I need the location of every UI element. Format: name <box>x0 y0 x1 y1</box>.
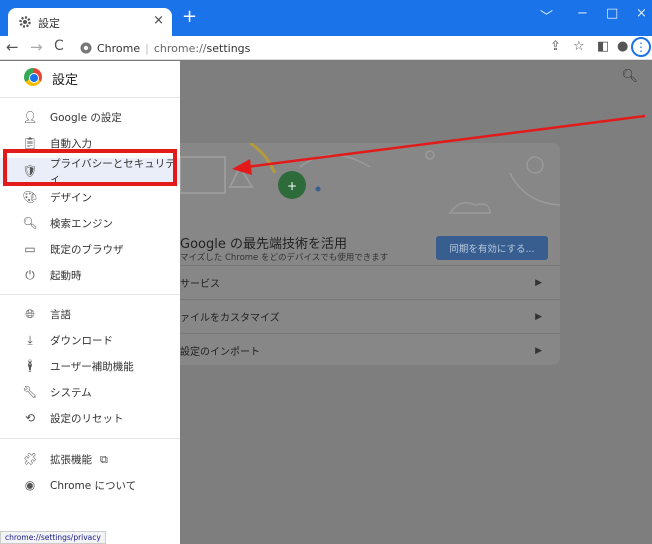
download-icon: ⤓ <box>27 332 33 347</box>
accessibility-icon: 🕴︎ <box>22 359 38 373</box>
clipboard-icon: 📋︎ <box>22 136 38 150</box>
side-panel-icon[interactable]: ◧ <box>597 39 609 54</box>
new-tab-button[interactable]: + <box>182 6 197 27</box>
maximize-button[interactable]: □ <box>606 6 618 21</box>
tab-search-icon[interactable]: ﹀ <box>540 6 553 25</box>
svg-text:+: + <box>287 179 297 193</box>
sidebar-item-extensions[interactable]: 🧩︎ 拡張機能 ⧉ <box>0 446 180 472</box>
share-icon[interactable]: ⇪ <box>550 39 561 54</box>
sidebar-item-reset[interactable]: ⟲ 設定のリセット <box>0 405 180 431</box>
sidebar-item-system[interactable]: 🔧︎ システム <box>0 379 180 405</box>
search-icon[interactable]: 🔍︎ <box>621 69 638 84</box>
minimize-button[interactable]: − <box>577 6 588 21</box>
card-subtitle: マイズした Chrome をどのデバイスでも使用できます <box>180 253 389 263</box>
sidebar-item-search-engine[interactable]: 🔍︎ 検索エンジン <box>0 210 180 236</box>
sidebar-item-appearance[interactable]: 🎨︎ デザイン <box>0 184 180 210</box>
puzzle-icon: 🧩︎ <box>22 452 38 466</box>
omnibox-separator: | <box>145 41 149 55</box>
sidebar-item-about-chrome[interactable]: ◉ Chrome について <box>0 472 180 498</box>
card-title: Google の最先端技術を活用 <box>180 237 347 252</box>
annotation-highlight-box <box>3 149 177 186</box>
title-bar: 設定 × + ﹀ − □ × <box>0 0 652 36</box>
url-path: settings <box>206 41 251 55</box>
sidebar-item-languages[interactable]: 🌐︎ 言語 <box>0 301 180 327</box>
external-link-icon: ⧉ <box>100 452 108 466</box>
sidebar-item-downloads[interactable]: ⤓ ダウンロード <box>0 327 180 353</box>
sidebar-item-on-startup[interactable]: ⏻ 起動時 <box>0 262 180 288</box>
site-label: Chrome <box>97 41 141 55</box>
status-bar-url: chrome://settings/privacy <box>0 531 106 544</box>
globe-icon: 🌐︎ <box>25 306 35 321</box>
url-scheme: chrome:// <box>153 41 207 55</box>
chevron-right-icon: ▶ <box>535 277 542 288</box>
forward-button[interactable]: → <box>30 38 43 56</box>
sidebar-item-default-browser[interactable]: ▭ 既定のブラウザ <box>0 236 180 262</box>
bookmark-star-icon[interactable]: ☆ <box>573 39 585 54</box>
turn-on-sync-button[interactable]: 同期を有効にする... <box>436 236 548 260</box>
promo-illustration: + <box>180 143 560 214</box>
back-button[interactable]: ← <box>6 38 19 56</box>
chevron-right-icon: ▶ <box>535 311 542 322</box>
palette-icon: 🎨︎ <box>22 190 38 204</box>
settings-main-content: 🔍︎ + Google の最先端技術を活用 マイズした Chrome をどのデバ… <box>180 61 652 544</box>
menu-kebab-icon[interactable]: ⋮ <box>631 37 651 57</box>
wrench-icon: 🔧︎ <box>22 385 38 399</box>
profile-icon[interactable]: ● <box>617 39 628 54</box>
search-icon: 🔍︎ <box>22 216 38 230</box>
sidebar-header: 設定 <box>0 61 180 97</box>
chrome-icon: ◉ <box>24 478 36 492</box>
person-icon: 👤︎ <box>22 110 38 124</box>
sidebar-title: 設定 <box>52 73 79 88</box>
divider <box>0 294 180 295</box>
tab-title: 設定 <box>38 17 60 30</box>
sidebar-item-accessibility[interactable]: 🕴︎ ユーザー補助機能 <box>0 353 180 379</box>
sidebar-item-google[interactable]: 👤︎ Google の設定 <box>0 104 180 130</box>
chevron-right-icon: ▶ <box>535 345 542 356</box>
settings-sidebar: 設定 👤︎ Google の設定 📋︎ 自動入力 🛡︎ プライバシーとセキュリテ… <box>0 61 180 544</box>
browser-window-icon: ▭ <box>24 242 36 256</box>
divider <box>0 97 180 98</box>
gear-icon <box>19 16 31 28</box>
address-bar[interactable]: Chrome | chrome://settings <box>80 38 500 58</box>
chrome-logo-icon <box>24 68 42 86</box>
reload-button[interactable]: C <box>54 38 64 54</box>
browser-toolbar: ← → C Chrome | chrome://settings ⇪ ☆ ◧ ●… <box>0 36 652 60</box>
tab-close-button[interactable]: × <box>153 13 164 28</box>
settings-tab[interactable]: 設定 × <box>8 8 172 36</box>
chrome-icon <box>80 42 92 54</box>
power-icon: ⏻ <box>25 267 35 282</box>
card-row-customize[interactable]: ァイルをカスタマイズ ▶ <box>180 299 560 333</box>
history-icon: ⟲ <box>24 411 36 425</box>
close-window-button[interactable]: × <box>636 6 647 21</box>
divider <box>0 438 180 439</box>
card-row-services[interactable]: サービス ▶ <box>180 265 560 299</box>
sync-promo-card: + Google の最先端技術を活用 マイズした Chrome をどのデバイスで… <box>180 143 560 365</box>
card-row-import[interactable]: 設定のインポート ▶ <box>180 333 560 367</box>
